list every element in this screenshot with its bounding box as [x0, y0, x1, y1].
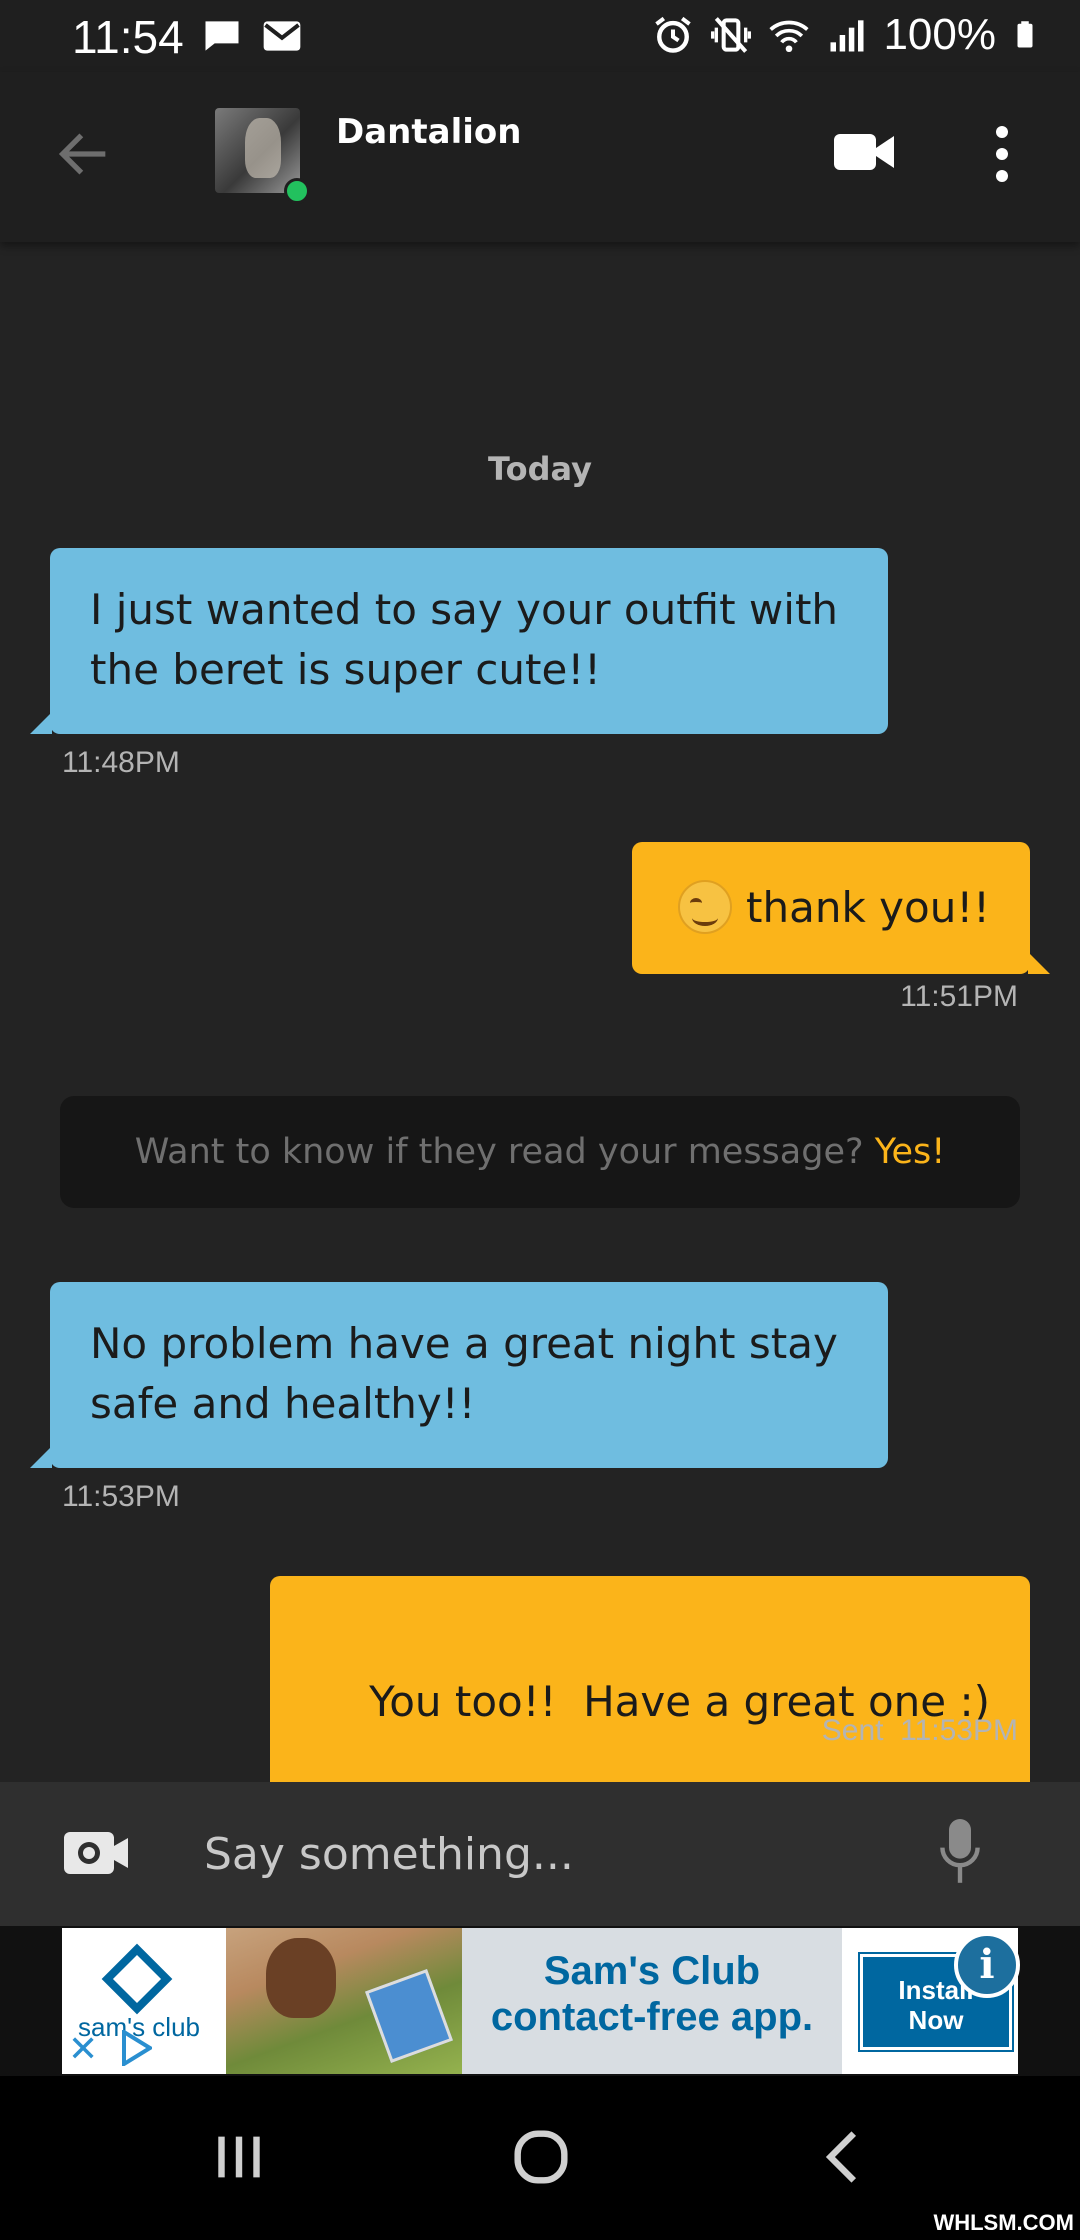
- status-time: 11:54: [72, 11, 184, 63]
- message-input[interactable]: [204, 1816, 904, 1892]
- camera-icon[interactable]: [62, 1824, 130, 1880]
- message-icon: [205, 21, 239, 51]
- read-receipt-yes-link[interactable]: Yes!: [875, 1132, 946, 1172]
- adchoices-icon[interactable]: [120, 2030, 152, 2066]
- recents-icon[interactable]: [204, 2122, 274, 2192]
- message-text: No problem have a great night stay safe …: [90, 1319, 838, 1428]
- message-timestamp: 11:48PM: [62, 746, 180, 779]
- signal-icon: [830, 20, 864, 52]
- message-list[interactable]: Today I just wanted to say your outfit w…: [0, 242, 1080, 1828]
- ad-headline: Sam's Club contact-free app.: [462, 1928, 842, 2074]
- more-vert-icon[interactable]: [990, 122, 1014, 186]
- read-receipt-question: Want to know if they read your message?: [134, 1132, 864, 1172]
- message-timestamp: 11:51PM: [900, 980, 1018, 1013]
- incoming-message-bubble[interactable]: No problem have a great night stay safe …: [30, 1282, 888, 1468]
- date-separator: Today: [488, 450, 592, 488]
- alarm-icon: [655, 16, 692, 53]
- wifi-icon: [769, 20, 810, 53]
- status-bar: 11:54 100%: [0, 0, 1080, 72]
- outgoing-message-bubble[interactable]: thank you!!: [632, 842, 1050, 974]
- banner-ad[interactable]: sam's club ✕ Sam's Club contact-free app…: [62, 1928, 1018, 2074]
- video-call-icon[interactable]: [832, 128, 896, 176]
- mail-icon: [263, 21, 301, 51]
- online-status-dot: [284, 178, 310, 204]
- message-text: thank you!!: [746, 883, 990, 932]
- message-input-bar: [0, 1782, 1080, 1926]
- message-text: I just wanted to say your outfit with th…: [90, 585, 839, 694]
- incoming-message-bubble[interactable]: I just wanted to say your outfit with th…: [30, 548, 888, 734]
- message-timestamp: 11:53PM: [62, 1480, 180, 1513]
- ad-cta-line2: Now: [908, 2005, 964, 2035]
- back-nav-icon[interactable]: [810, 2122, 880, 2192]
- smiling-face-icon: [678, 879, 733, 934]
- sams-club-logo-icon: [101, 1943, 173, 2015]
- battery-icon: [1017, 21, 1033, 48]
- microphone-icon[interactable]: [938, 1816, 982, 1888]
- ad-close-icon[interactable]: ✕: [68, 2028, 98, 2070]
- ad-photo: [226, 1928, 462, 2074]
- status-system-icons: 100%: [651, 10, 1040, 60]
- read-receipt-banner[interactable]: Want to know if they read your message? …: [60, 1096, 1020, 1208]
- watermark: WHLSM.COM: [933, 2210, 1074, 2235]
- system-nav-bar: WHLSM.COM: [0, 2076, 1080, 2240]
- battery-percent: 100%: [883, 10, 996, 59]
- ad-container: sam's club ✕ Sam's Club contact-free app…: [0, 1926, 1080, 2076]
- vibrate-icon: [711, 17, 752, 53]
- avatar[interactable]: [215, 108, 300, 193]
- contact-name[interactable]: Dantalion: [336, 112, 521, 152]
- chat-header: Dantalion: [0, 72, 1080, 242]
- ad-info-icon[interactable]: i: [954, 1932, 1020, 1998]
- ad-headline-line2: contact-free app.: [490, 1995, 814, 2039]
- back-arrow-icon[interactable]: [52, 122, 116, 186]
- status-notification-icons: [200, 14, 304, 58]
- ad-headline-line1: Sam's Club: [543, 1949, 761, 1993]
- message-sent-status: Sent 11:53PM: [821, 1714, 1018, 1747]
- home-icon[interactable]: [506, 2122, 576, 2192]
